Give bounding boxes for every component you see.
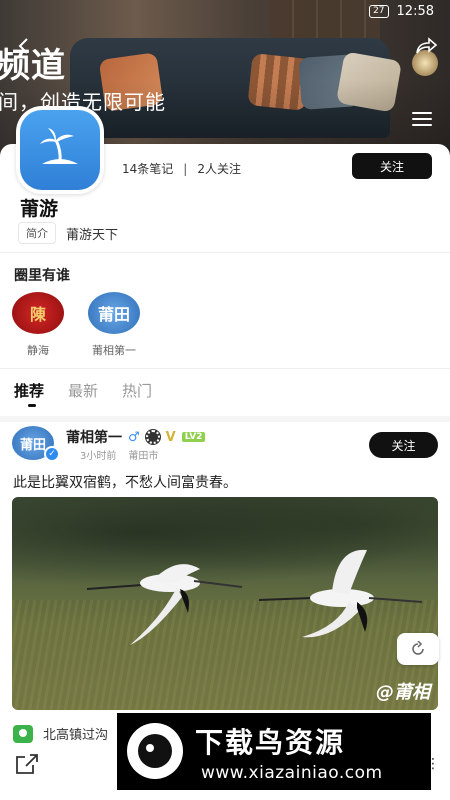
post-author: 莆相第一 ♂ V LV2 bbox=[66, 427, 206, 447]
menu-icon-line bbox=[412, 118, 432, 120]
circle-title: 圈里有谁 bbox=[14, 268, 70, 284]
post-city: 莆田市 bbox=[128, 451, 159, 462]
tab-latest[interactable]: 最新 bbox=[68, 380, 98, 401]
back-button[interactable] bbox=[14, 36, 34, 56]
refresh-icon bbox=[412, 641, 424, 655]
intro-text: 莆游天下 bbox=[66, 227, 119, 243]
member-name: 莆相第一 bbox=[92, 344, 136, 357]
feed-tabs: 推荐 最新 热门 bbox=[14, 380, 152, 407]
tab-hot[interactable]: 热门 bbox=[122, 380, 152, 401]
status-bar: 27 12:58 bbox=[369, 4, 434, 19]
menu-icon-line bbox=[412, 124, 432, 126]
circle-member[interactable]: 陳 静海 bbox=[8, 292, 68, 358]
notes-count[interactable]: 14条笔记 bbox=[122, 160, 173, 177]
member-name: 静海 bbox=[27, 344, 49, 357]
post-meta: 3小时前 莆田市 bbox=[80, 447, 158, 462]
level-badge: LV2 bbox=[181, 432, 206, 442]
channel-intro: 简介 莆游天下 bbox=[18, 222, 118, 244]
download-banner-title: 下载鸟资源 bbox=[195, 726, 346, 759]
vip-icon: V bbox=[165, 429, 176, 445]
section-gap bbox=[0, 416, 450, 422]
external-link-icon bbox=[16, 754, 38, 774]
external-link-button[interactable] bbox=[14, 754, 40, 776]
share-button[interactable] bbox=[414, 36, 438, 56]
bird-logo-icon bbox=[127, 723, 183, 779]
post-location[interactable]: 北高镇过沟 bbox=[13, 724, 108, 743]
tab-recommended[interactable]: 推荐 bbox=[14, 380, 44, 407]
rotate-button[interactable] bbox=[397, 633, 439, 665]
download-site-banner: 下载鸟资源 www.xiazainiao.com bbox=[117, 713, 431, 790]
menu-icon-line bbox=[412, 112, 432, 114]
member-avatar: 莆田 bbox=[88, 292, 140, 334]
stats-separator: | bbox=[183, 161, 188, 176]
channel-name: 莆游 bbox=[20, 198, 59, 220]
circle-member[interactable]: 莆田 莆相第一 bbox=[84, 292, 144, 358]
intro-tag: 简介 bbox=[18, 222, 56, 244]
post-text: 此是比翼双宿鹤，不愁人间富贵春。 bbox=[13, 475, 237, 491]
channel-avatar[interactable] bbox=[16, 106, 104, 194]
profile-stats: 14条笔记 | 2人关注 bbox=[122, 160, 241, 177]
verified-badge-icon: ✓ bbox=[44, 446, 60, 462]
follow-channel-button[interactable]: 关注 bbox=[352, 153, 432, 179]
photo-watermark: @莆相 bbox=[376, 682, 430, 703]
download-banner-url: www.xiazainiao.com bbox=[201, 763, 383, 783]
follow-author-button[interactable]: 关注 bbox=[369, 432, 438, 458]
member-avatar: 陳 bbox=[12, 292, 64, 334]
chevron-left-icon bbox=[18, 38, 28, 54]
location-text: 北高镇过沟 bbox=[43, 728, 109, 743]
post-time: 3小时前 bbox=[80, 451, 117, 462]
divider bbox=[0, 368, 450, 369]
following-count[interactable]: 2人关注 bbox=[197, 160, 241, 177]
badge-gear-icon bbox=[145, 430, 160, 444]
palm-island-icon bbox=[40, 128, 78, 164]
post-photo[interactable]: @莆相 bbox=[12, 497, 438, 710]
post-author-name[interactable]: 莆相第一 bbox=[66, 427, 122, 447]
share-arrow-icon bbox=[416, 37, 438, 54]
crane-bird-left bbox=[86, 564, 243, 645]
location-pin-icon bbox=[13, 724, 33, 743]
male-gender-icon: ♂ bbox=[128, 429, 140, 445]
battery-indicator: 27 bbox=[369, 5, 389, 18]
clock: 12:58 bbox=[396, 4, 434, 19]
menu-button[interactable] bbox=[412, 112, 432, 128]
divider bbox=[0, 252, 450, 253]
